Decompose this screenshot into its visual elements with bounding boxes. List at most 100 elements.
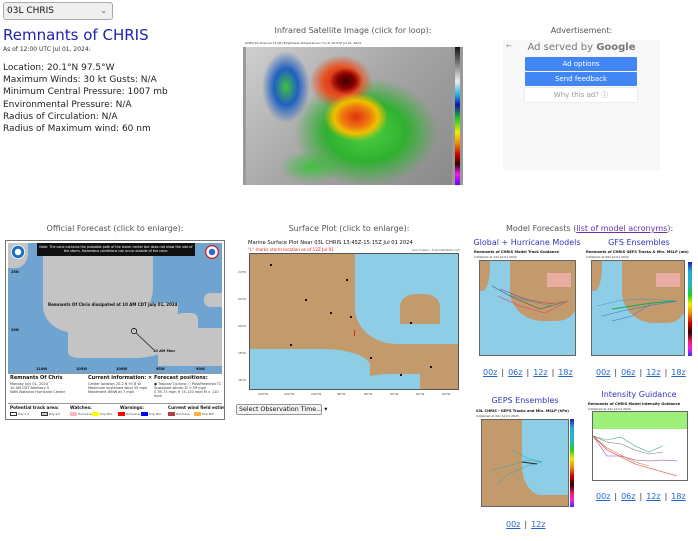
storm-radius-max-wind: Radius of Maximum wind: 60 nm	[3, 124, 151, 135]
wind-field-header: Current wind field estimate:	[168, 405, 225, 410]
geps-ensembles-title: GEPS Ensembles	[491, 396, 559, 405]
surface-plot-credit: Levi Cowan - tropicaltidbits.com	[411, 248, 460, 252]
run-link-18z[interactable]: 18z	[671, 368, 685, 377]
lon-label: 90°W	[442, 392, 451, 396]
lon-label: 90W	[196, 367, 205, 371]
ad-served-by: Ad served by Google	[527, 42, 636, 53]
intensity-lines	[593, 435, 678, 477]
run-link-12z[interactable]: 12z	[646, 368, 660, 377]
observation-time-select[interactable]: Select Observation Time... ▾	[236, 404, 327, 415]
intensity-line	[593, 435, 650, 467]
lat-label: 16°N	[238, 378, 246, 382]
storm-location-marker	[354, 330, 355, 336]
storm-selector[interactable]: 03L CHRIS ⌄	[3, 2, 113, 20]
surface-plot-map	[249, 253, 459, 390]
lon-label: 100W	[116, 367, 128, 371]
lon-label: 105W	[76, 367, 88, 371]
wind-field-swatch	[194, 412, 201, 416]
as-of-timestamp: As of 12:00 UTC Jul 01, 2024:	[3, 46, 91, 53]
ad-options-button[interactable]: Ad options	[525, 57, 637, 71]
run-link-00z[interactable]: 00z	[506, 520, 520, 529]
model-tracks	[491, 285, 569, 314]
lat-label: 22°N	[238, 297, 246, 301]
global-models-run-links: 00z | 06z | 12z | 18z	[483, 368, 573, 377]
lon-axis: 110W 105W 100W 95W 90W	[8, 366, 222, 373]
chevron-down-icon: ⌄	[100, 6, 107, 15]
track-time-label: 10 AM Mon	[153, 349, 175, 353]
station-marker	[430, 366, 432, 368]
station-marker	[370, 357, 372, 359]
day1-3-swatch	[10, 412, 17, 416]
station-marker	[305, 299, 307, 301]
track-line	[504, 293, 569, 307]
warnings-header: Warnings:	[120, 405, 144, 410]
why-this-ad-button[interactable]: Why this ad? ⓘ	[525, 88, 637, 102]
ensemble-tracks	[491, 449, 543, 486]
run-link-18z[interactable]: 18z	[671, 492, 685, 501]
legend-bottom: Potential track area: Day 1-3 Day 4-5 Wa…	[8, 403, 225, 417]
wind-field-swatch	[168, 412, 175, 416]
storm-max-winds: Maximum Winds: 30 kt Gusts: N/A	[3, 75, 157, 86]
watch-swatch	[70, 412, 77, 416]
track-line	[497, 295, 569, 314]
run-link-00z[interactable]: 00z	[596, 492, 610, 501]
model-acronyms-link[interactable]: list of model acronyms	[576, 224, 667, 233]
lon-label: 110W	[36, 367, 48, 371]
intensity-line	[593, 435, 678, 477]
satellite-x-axis	[243, 185, 463, 193]
day4-5-swatch	[41, 412, 48, 416]
run-link-12z[interactable]: 12z	[531, 520, 545, 529]
model-map	[591, 260, 685, 356]
storm-title: Remnants of CHRIS	[3, 26, 149, 44]
satellite-image[interactable]: GOES-16 Channel 13 (IR) Brightness Tempe…	[243, 41, 463, 193]
model-map	[479, 260, 576, 356]
run-link-00z[interactable]: 00z	[596, 368, 610, 377]
surface-plot-subtitle: "L" marks storm location as of 12Z Jul 0…	[248, 247, 334, 252]
station-marker	[290, 344, 292, 346]
storm-info: Location: 20.1°N 97.5°W Maximum Winds: 3…	[3, 62, 168, 135]
storm-selector-value: 03L CHRIS	[7, 6, 54, 16]
lat-label: 20°N	[238, 324, 246, 328]
geps-ensembles-image[interactable]: 03L CHRIS - GEPS Tracks and Min. MSLP (h…	[474, 409, 576, 509]
satellite-label: Infrared Satellite Image (click for loop…	[274, 26, 432, 35]
lat-label: 18°N	[238, 351, 246, 355]
run-link-12z[interactable]: 12z	[533, 368, 547, 377]
track-line	[133, 330, 155, 351]
station-marker	[400, 374, 402, 376]
lon-label: 94°W	[390, 392, 399, 396]
gfs-ensembles-title: GFS Ensembles	[608, 238, 670, 247]
track-line	[521, 461, 538, 465]
run-link-06z[interactable]: 06z	[621, 368, 635, 377]
lon-label: 96°W	[364, 392, 373, 396]
run-link-06z[interactable]: 06z	[621, 492, 635, 501]
track-segment	[133, 330, 155, 351]
station-marker	[346, 279, 348, 281]
warning-swatch	[118, 412, 125, 416]
intensity-guidance-image[interactable]: Remnants of CHRIS Model Intensity Guidan…	[586, 402, 692, 486]
intensity-guidance-title: Intensity Guidance	[601, 390, 677, 399]
global-hurricane-models-image[interactable]: Remnants of CHRIS Model Track Guidance I…	[472, 250, 578, 358]
lon-label: 92°W	[416, 392, 425, 396]
lat-label: 24°N	[238, 270, 246, 274]
gfs-run-links: 00z | 06z | 12z | 18z	[596, 368, 686, 377]
model-map	[481, 419, 569, 507]
watches-header: Watches:	[70, 405, 92, 410]
warning-swatch	[141, 412, 148, 416]
watch-swatch	[92, 412, 99, 416]
nhc-cone-map: Note: The cone contains the probable pat…	[8, 243, 222, 366]
satellite-ir-field	[246, 47, 452, 185]
run-link-18z[interactable]: 18z	[558, 368, 572, 377]
lon-label: 98°W	[337, 392, 346, 396]
run-link-06z[interactable]: 06z	[508, 368, 522, 377]
gfs-ensembles-image[interactable]: Remnants of CHRIS GEFS Tracks & Min. MSL…	[584, 250, 694, 358]
storm-min-pressure: Minimum Central Pressure: 1007 mb	[3, 87, 168, 98]
run-link-12z[interactable]: 12z	[646, 492, 660, 501]
station-marker	[270, 264, 272, 266]
surface-plot-image[interactable]: Marine Surface Plot Near 03L CHRIS 13:45…	[236, 240, 462, 400]
official-forecast-image[interactable]: Note: The cone contains the probable pat…	[5, 240, 225, 420]
surface-plot-label: Surface Plot (click to enlarge):	[288, 224, 410, 233]
run-link-00z[interactable]: 00z	[483, 368, 497, 377]
intensity-plot	[592, 411, 688, 481]
storm-env-pressure: Environmental Pressure: N/A	[3, 99, 132, 110]
send-feedback-button[interactable]: Send feedback	[525, 72, 637, 86]
